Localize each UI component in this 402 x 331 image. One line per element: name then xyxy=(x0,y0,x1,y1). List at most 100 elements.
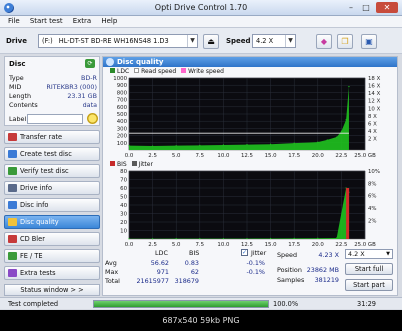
start-part-button[interactable]: Start part xyxy=(345,279,393,291)
nav-extra-tests[interactable]: Extra tests xyxy=(4,266,100,280)
avg-ldc: 56.62 xyxy=(150,259,169,267)
refresh-icon[interactable]: ⟳ xyxy=(85,59,95,68)
start-full-button[interactable]: Start full xyxy=(345,263,393,275)
nav-disc-info[interactable]: Disc info xyxy=(4,198,100,212)
y-tick-label: 10 xyxy=(120,229,127,235)
nav-label: Create test disc xyxy=(20,150,72,158)
nav-create-test-disc[interactable]: Create test disc xyxy=(4,147,100,161)
avg-jitter: -0.1% xyxy=(246,259,265,267)
ldc-point xyxy=(128,145,130,147)
disc-field-length: Length 23.31 GB xyxy=(9,92,97,101)
speed-value: 4.2 X xyxy=(256,37,274,45)
drive-letter: (F:) xyxy=(42,37,53,45)
drive-name: HL-DT-ST BD-RE WH16NS48 1.D3 xyxy=(58,37,169,45)
copy-button[interactable]: ❐ xyxy=(337,34,353,49)
disc-field-type: Type BD-R xyxy=(9,74,97,83)
save-button[interactable]: ▣ xyxy=(361,34,377,49)
row-label-total: Total xyxy=(105,277,120,285)
legend-bottom: BIS Jitter xyxy=(107,161,153,169)
bis-point xyxy=(336,237,338,239)
menu-help[interactable]: Help xyxy=(97,16,121,26)
ldc-point xyxy=(336,136,338,138)
title-bar: Opti Drive Control 1.70 – □ ✕ xyxy=(0,0,402,16)
copy-icon: ❐ xyxy=(341,37,349,46)
x-tick-label: 2.5 xyxy=(148,153,157,159)
x-tick-label: 15.0 xyxy=(265,153,278,159)
disc-label-input[interactable] xyxy=(27,114,83,124)
menu-file[interactable]: File xyxy=(4,16,24,26)
minimize-button[interactable]: – xyxy=(344,2,358,13)
status-text: Test completed xyxy=(8,300,59,308)
x-tick-label: 22.5 xyxy=(335,153,347,159)
x-tick-label: 5.0 xyxy=(172,153,181,159)
nav-label: Verify test disc xyxy=(20,167,69,175)
status-bar: Test completed 100.0% 31:29 xyxy=(0,297,402,309)
avg-bis: 0.83 xyxy=(184,259,199,267)
legend-swatch xyxy=(110,161,115,166)
nav-cd-bler[interactable]: CD Bler xyxy=(4,232,100,246)
disc-icon xyxy=(8,201,17,209)
nav-label: FE / TE xyxy=(20,252,43,260)
extra-icon xyxy=(8,269,17,277)
nav-label: Transfer rate xyxy=(20,133,63,141)
nav-label: Drive info xyxy=(20,184,53,192)
position-value: 23862 MB xyxy=(306,266,339,274)
jitter-checkbox[interactable]: ✓ xyxy=(241,249,248,256)
disc-header: Disc xyxy=(9,60,26,68)
y-tick-label: 20 xyxy=(120,220,127,226)
y-right-tick-label: 2 X xyxy=(368,137,377,143)
nav-fe-te[interactable]: FE / TE xyxy=(4,249,100,263)
nav-label: Disc quality xyxy=(20,218,59,226)
col-ldc: LDC xyxy=(155,249,168,257)
label-edit-icon[interactable] xyxy=(87,113,98,124)
x-tick-label: 10.0 xyxy=(217,153,230,159)
y-tick-label: 400 xyxy=(117,119,128,125)
y-tick-label: 50 xyxy=(120,195,127,201)
speed-value: 4.23 X xyxy=(318,251,339,259)
maximize-button[interactable]: □ xyxy=(359,2,373,13)
y-right-tick-label: 14 X xyxy=(368,91,381,97)
legend-swatch xyxy=(131,161,137,166)
y-right-tick-label: 4% xyxy=(368,206,377,212)
y-right-tick-label: 8 X xyxy=(368,114,377,120)
y-right-tick-label: 6 X xyxy=(368,121,377,127)
drive-select[interactable]: (F:) HL-DT-ST BD-RE WH16NS48 1.D3 ▼ xyxy=(38,34,198,48)
panel-header: Disc quality xyxy=(103,57,397,67)
left-panel: Disc ⟳ Type BD-R MID RITEKBR3 (000) Leng… xyxy=(4,56,100,296)
y-tick-label: 30 xyxy=(120,212,127,218)
test-speed-select[interactable]: 4.2 X ▼ xyxy=(345,249,393,259)
ldc-point xyxy=(348,86,350,88)
nav-disc-quality[interactable]: Disc quality xyxy=(4,215,100,229)
menu-start-test[interactable]: Start test xyxy=(26,16,67,26)
legend-swatch xyxy=(110,68,115,73)
menu-extra[interactable]: Extra xyxy=(69,16,95,26)
legend-read-speed: Read speed xyxy=(141,68,177,75)
field-value: RITEKBR3 (000) xyxy=(46,83,97,91)
status-window-toggle[interactable]: Status window > > xyxy=(4,284,100,296)
col-bis: BIS xyxy=(189,249,200,257)
window-title: Opti Drive Control 1.70 xyxy=(154,3,248,12)
disc-info-box: Disc ⟳ Type BD-R MID RITEKBR3 (000) Leng… xyxy=(4,56,100,126)
nav-verify-test-disc[interactable]: Verify test disc xyxy=(4,164,100,178)
chevron-down-icon: ▼ xyxy=(386,251,390,257)
y-right-tick-label: 12 X xyxy=(368,99,381,105)
close-button[interactable]: ✕ xyxy=(376,2,398,13)
y-right-tick-label: 18 X xyxy=(368,76,381,82)
x-tick-label: 17.5 xyxy=(288,153,300,159)
total-bis: 318679 xyxy=(174,277,199,285)
disc-write-icon xyxy=(8,150,17,158)
nav-label: CD Bler xyxy=(20,235,45,243)
wave-icon xyxy=(8,252,17,260)
disc-quality-panel: Disc quality LDC Read speed Write speed … xyxy=(102,56,398,296)
speed-label: Speed xyxy=(226,37,251,45)
bis-spike-bar xyxy=(346,188,350,239)
erase-button[interactable]: ◆ xyxy=(316,34,332,49)
chevron-down-icon: ▼ xyxy=(285,35,295,47)
nav-transfer-rate[interactable]: Transfer rate xyxy=(4,130,100,144)
progress-fill xyxy=(94,301,268,307)
eject-button[interactable]: ⏏ xyxy=(203,34,219,49)
x-tick-label: 12.5 xyxy=(241,153,253,159)
speed-select[interactable]: 4.2 X ▼ xyxy=(252,34,296,48)
nav-drive-info[interactable]: Drive info xyxy=(4,181,100,195)
y-tick-label: 80 xyxy=(120,169,127,175)
